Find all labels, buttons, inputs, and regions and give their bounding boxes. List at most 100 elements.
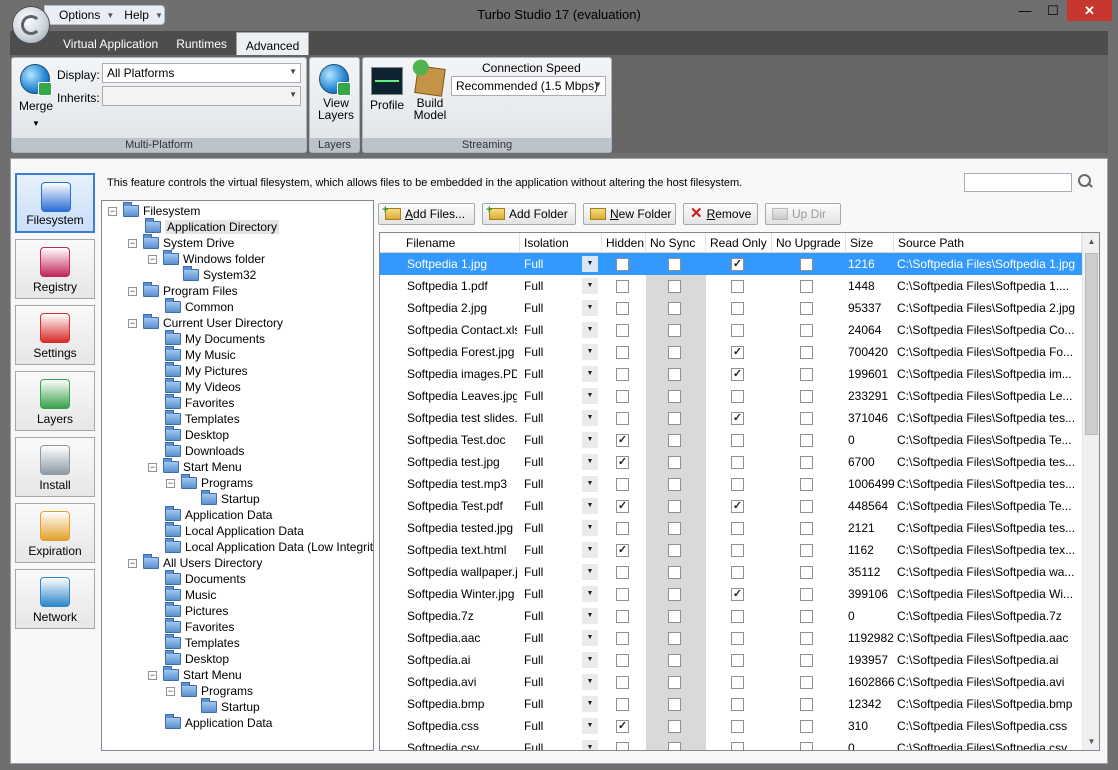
noupgrade-checkbox[interactable] xyxy=(800,676,813,689)
nosync-checkbox[interactable] xyxy=(668,302,681,315)
isolation-dropdown-icon[interactable]: ▼ xyxy=(582,674,598,690)
column-header-filename[interactable]: Filename xyxy=(402,233,520,253)
file-grid[interactable]: Filename Isolation Hidden No Sync Read Only N… xyxy=(379,232,1100,751)
table-row[interactable]: Softpedia.bmp Full ▼ 12342 C:\Softpedia File… xyxy=(380,693,1082,715)
nosync-checkbox[interactable] xyxy=(668,720,681,733)
table-row[interactable]: Softpedia.avi Full ▼ 1602866 C:\Softpedia Fi… xyxy=(380,671,1082,693)
readonly-checkbox[interactable] xyxy=(731,456,744,469)
tree-node[interactable]: Application Directory xyxy=(128,218,280,235)
table-row[interactable]: Softpedia Test.doc Full ▼ ✓ 0 C:\Softpedia Fi… xyxy=(380,429,1082,451)
noupgrade-checkbox[interactable] xyxy=(800,588,813,601)
add-folder-button[interactable]: + Add Folder xyxy=(482,203,576,225)
hidden-checkbox[interactable] xyxy=(616,390,629,403)
hidden-checkbox[interactable]: ✓ xyxy=(616,434,629,447)
isolation-dropdown-icon[interactable]: ▼ xyxy=(582,476,598,492)
tree-node[interactable]: − Start Menu xyxy=(148,458,242,475)
tree-node[interactable]: Application Data xyxy=(148,714,272,731)
noupgrade-checkbox[interactable] xyxy=(800,698,813,711)
up-dir-button[interactable]: Up Dir xyxy=(765,203,841,225)
noupgrade-checkbox[interactable] xyxy=(800,368,813,381)
noupgrade-checkbox[interactable] xyxy=(800,566,813,579)
table-row[interactable]: Softpedia test.jpg Full ▼ ✓ 6700 C:\Softpedia… xyxy=(380,451,1082,473)
isolation-dropdown-icon[interactable]: ▼ xyxy=(582,454,598,470)
tree-node[interactable]: − All Users Directory xyxy=(128,554,262,571)
readonly-checkbox[interactable] xyxy=(731,698,744,711)
isolation-dropdown-icon[interactable]: ▼ xyxy=(582,520,598,536)
readonly-checkbox[interactable] xyxy=(731,390,744,403)
noupgrade-checkbox[interactable] xyxy=(800,632,813,645)
table-row[interactable]: Softpedia Forest.jpg Full ▼ ✓ 700420 C:\Softp… xyxy=(380,341,1082,363)
readonly-checkbox[interactable] xyxy=(731,302,744,315)
noupgrade-checkbox[interactable] xyxy=(800,478,813,491)
tree-node[interactable]: My Videos xyxy=(148,378,241,395)
nosync-checkbox[interactable] xyxy=(668,544,681,557)
collapse-toggle-icon[interactable]: − xyxy=(128,238,137,248)
readonly-checkbox[interactable]: ✓ xyxy=(731,588,744,601)
tree-node[interactable]: Desktop xyxy=(148,426,229,443)
noupgrade-checkbox[interactable] xyxy=(800,544,813,557)
hidden-checkbox[interactable] xyxy=(616,632,629,645)
nosync-checkbox[interactable] xyxy=(668,324,681,337)
noupgrade-checkbox[interactable] xyxy=(800,280,813,293)
merge-button[interactable]: Merge xyxy=(19,99,53,113)
column-header-no-sync[interactable]: No Sync xyxy=(646,233,706,253)
isolation-dropdown-icon[interactable]: ▼ xyxy=(582,542,598,558)
tree-node[interactable]: Templates xyxy=(148,634,240,651)
readonly-checkbox[interactable]: ✓ xyxy=(731,258,744,271)
tab-virtual-application[interactable]: Virtual Application xyxy=(54,31,167,55)
hidden-checkbox[interactable] xyxy=(616,478,629,491)
noupgrade-checkbox[interactable] xyxy=(800,500,813,513)
readonly-checkbox[interactable]: ✓ xyxy=(731,412,744,425)
noupgrade-checkbox[interactable] xyxy=(800,434,813,447)
readonly-checkbox[interactable] xyxy=(731,610,744,623)
nosync-checkbox[interactable] xyxy=(668,566,681,579)
collapse-toggle-icon[interactable]: − xyxy=(108,206,117,216)
column-header-no-upgrade[interactable]: No Upgrade xyxy=(772,233,846,253)
readonly-checkbox[interactable] xyxy=(731,742,744,750)
tree-node[interactable]: Favorites xyxy=(148,394,234,411)
nav-filesystem-button[interactable]: Filesystem xyxy=(15,173,95,233)
column-header-isolation[interactable]: Isolation xyxy=(520,233,602,253)
nosync-checkbox[interactable] xyxy=(668,676,681,689)
isolation-dropdown-icon[interactable]: ▼ xyxy=(582,564,598,580)
readonly-checkbox[interactable] xyxy=(731,434,744,447)
tree-node[interactable]: System32 xyxy=(166,266,256,283)
merge-dropdown-icon[interactable]: ▼ xyxy=(32,119,40,128)
tree-node[interactable]: − Programs xyxy=(166,682,253,699)
nosync-checkbox[interactable] xyxy=(668,478,681,491)
add-files-button[interactable]: + Add Files... xyxy=(378,203,475,225)
isolation-dropdown-icon[interactable]: ▼ xyxy=(582,652,598,668)
tree-node[interactable]: Application Data xyxy=(148,506,272,523)
collapse-toggle-icon[interactable]: − xyxy=(128,558,137,568)
nosync-checkbox[interactable] xyxy=(668,632,681,645)
hidden-checkbox[interactable] xyxy=(616,346,629,359)
column-header-source-path[interactable]: Source Path xyxy=(894,233,1082,253)
nosync-checkbox[interactable] xyxy=(668,522,681,535)
column-header-size[interactable]: Size xyxy=(846,233,894,253)
nav-expiration-button[interactable]: Expiration xyxy=(15,503,95,563)
scroll-thumb[interactable] xyxy=(1085,253,1098,435)
column-header-hidden[interactable]: Hidden xyxy=(602,233,646,253)
readonly-checkbox[interactable] xyxy=(731,566,744,579)
noupgrade-checkbox[interactable] xyxy=(800,522,813,535)
vertical-scrollbar[interactable]: ▲ ▼ xyxy=(1082,233,1099,750)
noupgrade-checkbox[interactable] xyxy=(800,324,813,337)
isolation-dropdown-icon[interactable]: ▼ xyxy=(582,608,598,624)
collapse-toggle-icon[interactable]: − xyxy=(128,318,137,328)
noupgrade-checkbox[interactable] xyxy=(800,720,813,733)
hidden-checkbox[interactable] xyxy=(616,522,629,535)
nosync-checkbox[interactable] xyxy=(668,368,681,381)
nosync-checkbox[interactable] xyxy=(668,500,681,513)
noupgrade-checkbox[interactable] xyxy=(800,258,813,271)
nosync-checkbox[interactable] xyxy=(668,434,681,447)
inherits-select[interactable]: ▼ xyxy=(102,86,301,106)
isolation-dropdown-icon[interactable]: ▼ xyxy=(582,410,598,426)
table-row[interactable]: Softpedia.css Full ▼ ✓ 310 C:\Softpedia Files… xyxy=(380,715,1082,737)
app-orb-button[interactable] xyxy=(12,6,50,44)
isolation-dropdown-icon[interactable]: ▼ xyxy=(582,278,598,294)
tree-node[interactable]: − Start Menu xyxy=(148,666,242,683)
search-input[interactable] xyxy=(964,173,1072,192)
isolation-dropdown-icon[interactable]: ▼ xyxy=(582,366,598,382)
collapse-toggle-icon[interactable]: − xyxy=(148,254,157,264)
hidden-checkbox[interactable] xyxy=(616,566,629,579)
